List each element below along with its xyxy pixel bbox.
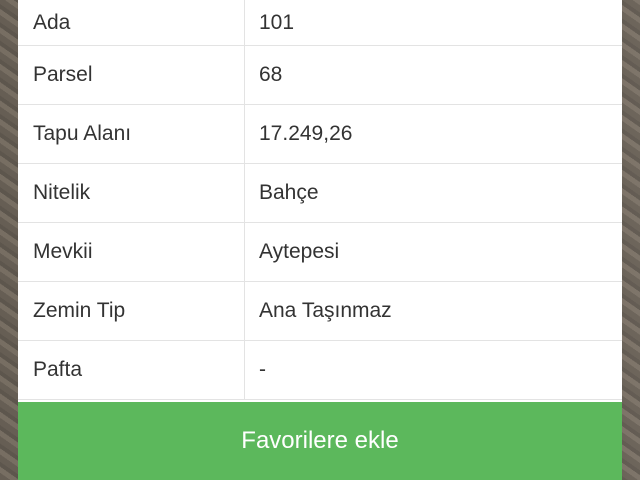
parcel-details-table: Ada 101 Parsel 68 Tapu Alanı 17.249,26 N…: [18, 0, 622, 400]
detail-value: 101: [259, 10, 295, 34]
detail-label: Pafta: [18, 341, 245, 399]
detail-row-tapu-alani: Tapu Alanı 17.249,26: [18, 105, 622, 164]
detail-value: 17.249,26: [259, 122, 353, 145]
detail-value: -: [259, 358, 266, 381]
detail-value: Aytepesi: [259, 240, 340, 263]
detail-label: Ada: [18, 0, 245, 45]
add-to-favorites-button[interactable]: Favorilere ekle: [18, 402, 622, 480]
detail-row-zemin-tip: Zemin Tip Ana Taşınmaz: [18, 282, 622, 341]
detail-value: Ana Taşınmaz: [259, 299, 392, 322]
detail-row-mevkii: Mevkii Aytepesi: [18, 223, 622, 282]
detail-label: Zemin Tip: [18, 282, 245, 340]
detail-row-parsel: Parsel 68: [18, 46, 622, 105]
detail-row-nitelik: Nitelik Bahçe: [18, 164, 622, 223]
detail-label: Nitelik: [18, 164, 245, 222]
detail-value: 68: [259, 63, 283, 86]
parcel-info-card: Ada 101 Parsel 68 Tapu Alanı 17.249,26 N…: [18, 0, 622, 480]
detail-row-pafta: Pafta -: [18, 341, 622, 400]
detail-label: Mevkii: [18, 223, 245, 281]
detail-label: Parsel: [18, 46, 245, 104]
detail-value: Bahçe: [259, 181, 319, 204]
detail-label: Tapu Alanı: [18, 105, 245, 163]
detail-row-ada: Ada 101: [18, 0, 622, 46]
